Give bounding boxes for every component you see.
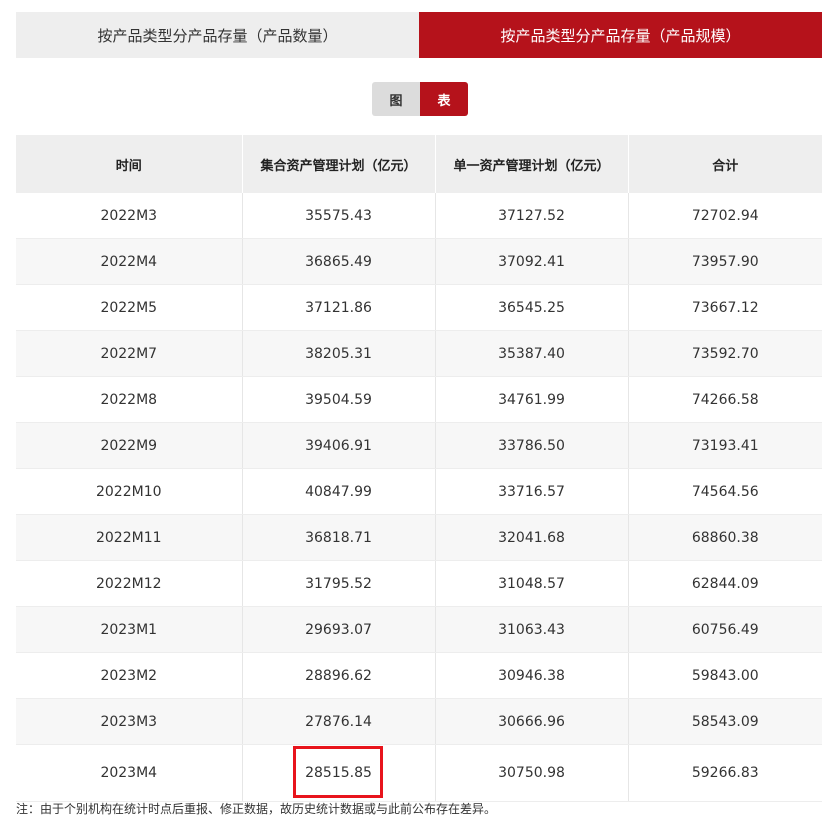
cell-time: 2022M11	[16, 514, 243, 561]
cell-time: 2022M10	[16, 468, 243, 515]
table-row: 2022M7 38205.31 35387.40 73592.70	[16, 330, 822, 377]
table-view-button[interactable]: 表	[420, 82, 468, 116]
cell-collective-plan: 37121.86	[242, 284, 436, 331]
cell-collective-plan: 39406.91	[242, 422, 436, 469]
cell-time: 2022M7	[16, 330, 243, 377]
data-table: 时间 集合资产管理计划（亿元） 单一资产管理计划（亿元） 合计 2022M3 35…	[16, 135, 822, 802]
table-row: 2023M1 29693.07 31063.43 60756.49	[16, 606, 822, 653]
cell-time: 2023M1	[16, 606, 243, 653]
cell-single-plan: 30946.38	[435, 652, 629, 699]
cell-collective-plan: 31795.52	[242, 560, 436, 607]
header-collective-plan: 集合资产管理计划（亿元）	[242, 135, 436, 193]
cell-collective-plan: 39504.59	[242, 376, 436, 423]
table-row: 2022M12 31795.52 31048.57 62844.09	[16, 560, 822, 607]
cell-time: 2022M8	[16, 376, 243, 423]
cell-time: 2022M9	[16, 422, 243, 469]
cell-single-plan: 33716.57	[435, 468, 629, 515]
cell-single-plan: 30750.98	[435, 744, 629, 802]
cell-single-plan: 34761.99	[435, 376, 629, 423]
table-header-row: 时间 集合资产管理计划（亿元） 单一资产管理计划（亿元） 合计	[16, 135, 822, 193]
cell-total: 59843.00	[628, 652, 822, 699]
cell-total: 73193.41	[628, 422, 822, 469]
cell-time: 2022M4	[16, 238, 243, 285]
highlight-box	[292, 746, 383, 798]
cell-collective-plan: 36865.49	[242, 238, 436, 285]
tab-product-scale[interactable]: 按产品类型分产品存量（产品规模）	[419, 12, 822, 58]
cell-collective-plan: 36818.71	[242, 514, 436, 561]
cell-single-plan: 37092.41	[435, 238, 629, 285]
cell-single-plan: 32041.68	[435, 514, 629, 561]
cell-time: 2023M4	[16, 744, 243, 802]
cell-total: 73957.90	[628, 238, 822, 285]
cell-total: 59266.83	[628, 744, 822, 802]
table-row: 2022M9 39406.91 33786.50 73193.41	[16, 422, 822, 469]
cell-collective-plan: 35575.43	[242, 193, 436, 239]
cell-collective-plan: 28515.85	[242, 744, 436, 802]
cell-single-plan: 30666.96	[435, 698, 629, 745]
cell-collective-plan: 29693.07	[242, 606, 436, 653]
table-row: 2022M10 40847.99 33716.57 74564.56	[16, 468, 822, 515]
cell-collective-plan: 38205.31	[242, 330, 436, 377]
chart-view-button[interactable]: 图	[372, 82, 420, 116]
cell-collective-plan: 27876.14	[242, 698, 436, 745]
tab-product-count[interactable]: 按产品类型分产品存量（产品数量）	[16, 12, 419, 58]
cell-single-plan: 36545.25	[435, 284, 629, 331]
cell-total: 74266.58	[628, 376, 822, 423]
table-row: 2023M4 28515.85 30750.98 59266.83	[16, 744, 822, 802]
cell-single-plan: 33786.50	[435, 422, 629, 469]
table-row: 2022M5 37121.86 36545.25 73667.12	[16, 284, 822, 331]
cell-single-plan: 31063.43	[435, 606, 629, 653]
cell-single-plan: 37127.52	[435, 193, 629, 239]
table-row: 2022M3 35575.43 37127.52 72702.94	[16, 193, 822, 239]
cell-total: 68860.38	[628, 514, 822, 561]
header-total: 合计	[628, 135, 822, 193]
cell-total: 73667.12	[628, 284, 822, 331]
cell-total: 74564.56	[628, 468, 822, 515]
table-row: 2023M3 27876.14 30666.96 58543.09	[16, 698, 822, 745]
cell-total: 73592.70	[628, 330, 822, 377]
table-body: 2022M3 35575.43 37127.52 72702.94 2022M4 3686…	[16, 193, 822, 802]
cell-time: 2022M3	[16, 193, 243, 239]
cell-time: 2022M12	[16, 560, 243, 607]
cell-single-plan: 35387.40	[435, 330, 629, 377]
cell-total: 72702.94	[628, 193, 822, 239]
cell-total: 62844.09	[628, 560, 822, 607]
table-row: 2022M4 36865.49 37092.41 73957.90	[16, 238, 822, 285]
table-row: 2022M11 36818.71 32041.68 68860.38	[16, 514, 822, 561]
cell-total: 58543.09	[628, 698, 822, 745]
table-row: 2022M8 39504.59 34761.99 74266.58	[16, 376, 822, 423]
cell-single-plan: 31048.57	[435, 560, 629, 607]
table-row: 2023M2 28896.62 30946.38 59843.00	[16, 652, 822, 699]
tab-bar: 按产品类型分产品存量（产品数量） 按产品类型分产品存量（产品规模）	[16, 12, 822, 58]
header-single-plan: 单一资产管理计划（亿元）	[435, 135, 629, 193]
footnote: 注：由于个别机构在统计时点后重报、修正数据，故历史统计数据或与此前公布存在差异。	[16, 802, 497, 816]
view-toggle: 图 表	[372, 82, 468, 116]
cell-total: 60756.49	[628, 606, 822, 653]
header-time: 时间	[16, 135, 243, 193]
cell-collective-plan: 28896.62	[242, 652, 436, 699]
cell-time: 2022M5	[16, 284, 243, 331]
cell-collective-plan: 40847.99	[242, 468, 436, 515]
cell-time: 2023M3	[16, 698, 243, 745]
cell-time: 2023M2	[16, 652, 243, 699]
